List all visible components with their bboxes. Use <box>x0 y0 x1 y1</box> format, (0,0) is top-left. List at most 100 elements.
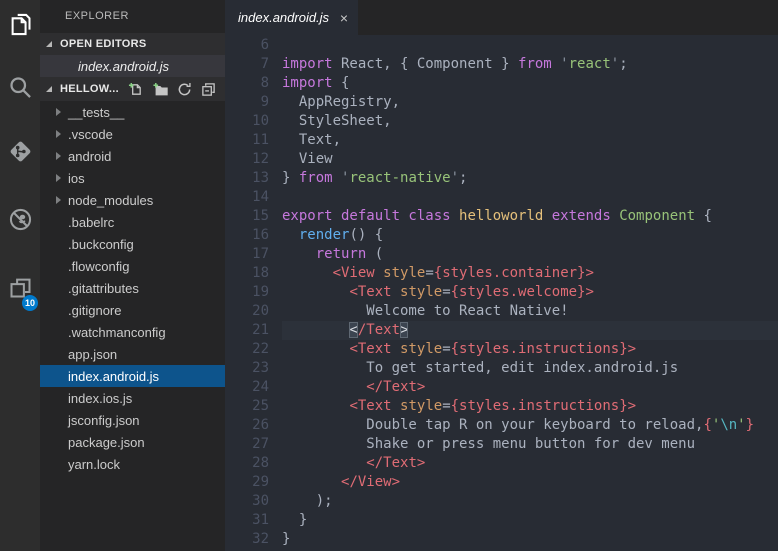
line-number: 27 <box>225 435 282 454</box>
code-line[interactable]: 13} from 'react-native'; <box>225 169 778 188</box>
code-line[interactable]: 28 </Text> <box>225 454 778 473</box>
tree-item-android[interactable]: android <box>40 145 225 167</box>
code-line-content: <Text style={styles.instructions}> <box>282 340 778 359</box>
code-line[interactable]: 25 <Text style={styles.instructions}> <box>225 397 778 416</box>
debug-icon <box>7 206 34 238</box>
tree-item-label: .watchmanconfig <box>68 325 166 340</box>
tree-item-label: __tests__ <box>68 105 124 120</box>
git-activity-button[interactable] <box>0 129 40 179</box>
collapse-all-icon[interactable] <box>201 82 216 97</box>
project-name-label: HELLOW... <box>60 83 119 95</box>
code-line[interactable]: 12 View <box>225 150 778 169</box>
code-line[interactable]: 10 StyleSheet, <box>225 112 778 131</box>
code-line[interactable]: 15export default class helloworld extend… <box>225 207 778 226</box>
open-editor-item[interactable]: index.android.js <box>40 55 225 77</box>
code-line[interactable]: 26 Double tap R on your keyboard to relo… <box>225 416 778 435</box>
code-line[interactable]: 30 ); <box>225 492 778 511</box>
tree-item--vscode[interactable]: .vscode <box>40 123 225 145</box>
tree-item-app-json[interactable]: app.json <box>40 343 225 365</box>
new-folder-icon[interactable] <box>152 82 168 97</box>
line-number: 13 <box>225 169 282 188</box>
tree-item--gitignore[interactable]: .gitignore <box>40 299 225 321</box>
tree-item-label: index.android.js <box>68 369 159 384</box>
tree-item-yarn-lock[interactable]: yarn.lock <box>40 453 225 475</box>
line-number: 9 <box>225 93 282 112</box>
line-number: 7 <box>225 55 282 74</box>
tree-item--babelrc[interactable]: .babelrc <box>40 211 225 233</box>
code-line-content: } from 'react-native'; <box>282 169 778 188</box>
code-line[interactable]: 14 <box>225 188 778 207</box>
code-line[interactable]: 22 <Text style={styles.instructions}> <box>225 340 778 359</box>
chevron-collapsed-icon <box>56 196 61 204</box>
tree-item-package-json[interactable]: package.json <box>40 431 225 453</box>
tree-item-label: index.ios.js <box>68 391 132 406</box>
tree-item-node-modules[interactable]: node_modules <box>40 189 225 211</box>
tab-bar: index.android.js × <box>225 0 778 35</box>
code-line-content <box>282 36 778 55</box>
line-number: 19 <box>225 283 282 302</box>
line-number: 17 <box>225 245 282 264</box>
line-number: 29 <box>225 473 282 492</box>
code-line[interactable]: 27 Shake or press menu button for dev me… <box>225 435 778 454</box>
tree-item--buckconfig[interactable]: .buckconfig <box>40 233 225 255</box>
tree-item--gitattributes[interactable]: .gitattributes <box>40 277 225 299</box>
tree-item-jsconfig-json[interactable]: jsconfig.json <box>40 409 225 431</box>
code-line-content: Welcome to React Native! <box>282 302 778 321</box>
search-icon <box>7 74 34 106</box>
code-line[interactable]: 6 <box>225 36 778 55</box>
explorer-activity-button[interactable] <box>0 2 40 52</box>
tree-item-label: .gitignore <box>68 303 121 318</box>
code-line-content: </View> <box>282 473 778 492</box>
line-number: 6 <box>225 36 282 55</box>
files-icon <box>7 11 34 43</box>
code-line[interactable]: 11 Text, <box>225 131 778 150</box>
code-line-content: export default class helloworld extends … <box>282 207 778 226</box>
code-editor[interactable]: 67import React, { Component } from 'reac… <box>225 35 778 551</box>
new-file-icon[interactable] <box>128 82 143 97</box>
code-line-content: View <box>282 150 778 169</box>
project-header[interactable]: HELLOW... <box>40 77 225 101</box>
code-line[interactable]: 31 } <box>225 511 778 530</box>
debug-activity-button[interactable] <box>0 197 40 247</box>
line-number: 31 <box>225 511 282 530</box>
tab-index-android-js[interactable]: index.android.js × <box>225 0 358 35</box>
code-line-content: import { <box>282 74 778 93</box>
code-line[interactable]: 18 <View style={styles.container}> <box>225 264 778 283</box>
code-line[interactable]: 20 Welcome to React Native! <box>225 302 778 321</box>
tree-item--tests-[interactable]: __tests__ <box>40 101 225 123</box>
code-line[interactable]: 23 To get started, edit index.android.js <box>225 359 778 378</box>
line-number: 25 <box>225 397 282 416</box>
code-line-content: AppRegistry, <box>282 93 778 112</box>
code-line[interactable]: 21 </Text> <box>225 321 778 340</box>
search-activity-button[interactable] <box>0 65 40 115</box>
tree-item-label: android <box>68 149 111 164</box>
file-tree: __tests__ .vscode android ios node_modules .b… <box>40 101 225 475</box>
open-editors-label: OPEN EDITORS <box>60 38 147 50</box>
tree-item--flowconfig[interactable]: .flowconfig <box>40 255 225 277</box>
tree-item-label: .flowconfig <box>68 259 129 274</box>
line-number: 24 <box>225 378 282 397</box>
code-line[interactable]: 17 return ( <box>225 245 778 264</box>
open-editors-header[interactable]: OPEN EDITORS <box>40 33 225 55</box>
code-line[interactable]: 24 </Text> <box>225 378 778 397</box>
line-number: 14 <box>225 188 282 207</box>
line-number: 16 <box>225 226 282 245</box>
code-line[interactable]: 7import React, { Component } from 'react… <box>225 55 778 74</box>
code-line-content: Text, <box>282 131 778 150</box>
code-line[interactable]: 9 AppRegistry, <box>225 93 778 112</box>
tree-item-label: node_modules <box>68 193 153 208</box>
code-line[interactable]: 16 render() { <box>225 226 778 245</box>
close-icon[interactable]: × <box>340 11 348 25</box>
tree-item-ios[interactable]: ios <box>40 167 225 189</box>
code-line[interactable]: 29 </View> <box>225 473 778 492</box>
refresh-icon[interactable] <box>177 82 192 97</box>
open-editors-list: index.android.js <box>40 55 225 77</box>
tree-item-index-android-js[interactable]: index.android.js <box>40 365 225 387</box>
activity-bar: 10 <box>0 0 40 551</box>
code-line[interactable]: 8import { <box>225 74 778 93</box>
code-line[interactable]: 32} <box>225 530 778 549</box>
code-line[interactable]: 19 <Text style={styles.welcome}> <box>225 283 778 302</box>
tree-item-index-ios-js[interactable]: index.ios.js <box>40 387 225 409</box>
tree-item--watchmanconfig[interactable]: .watchmanconfig <box>40 321 225 343</box>
extensions-activity-button[interactable]: 10 <box>0 265 40 315</box>
